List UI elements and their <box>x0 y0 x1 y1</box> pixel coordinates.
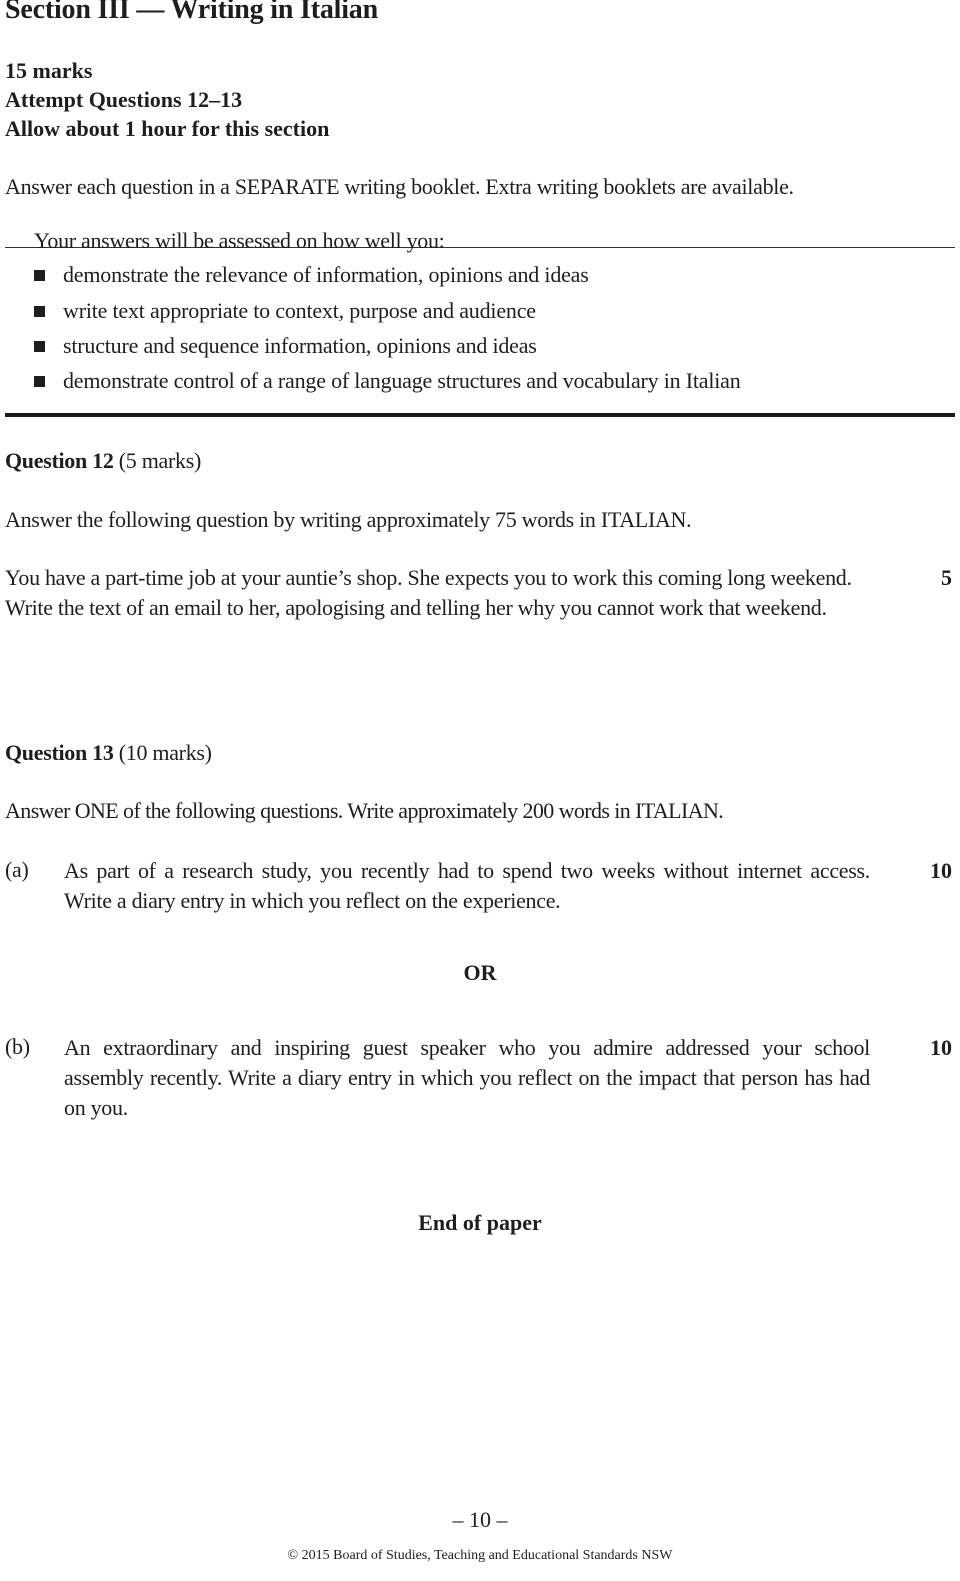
criteria-intro: Your answers will be assessed on how wel… <box>34 228 445 253</box>
square-bullet-icon <box>34 340 45 352</box>
option-a-label: (a) <box>5 857 29 882</box>
section-title: Section III — Writing in Italian <box>5 0 378 25</box>
criteria-item-text: demonstrate the relevance of information… <box>63 262 589 287</box>
square-bullet-icon <box>34 305 45 317</box>
divider-thick <box>5 413 955 417</box>
criteria-item-text: demonstrate control of a range of langua… <box>63 368 741 393</box>
question-13-marks-label: (10 marks) <box>118 740 212 765</box>
end-of-paper: End of paper <box>418 1210 542 1235</box>
question-13-instruction: Answer ONE of the following questions. W… <box>5 798 724 823</box>
page-number: – 10 – <box>452 1507 508 1532</box>
option-b-text: An extraordinary and inspiring guest spe… <box>64 1035 870 1120</box>
criteria-item-text: structure and sequence information, opin… <box>63 333 537 358</box>
criteria-item: demonstrate the relevance of information… <box>34 262 589 288</box>
section-attempt: Attempt Questions 12–13 <box>5 87 243 112</box>
criteria-item: demonstrate control of a range of langua… <box>34 368 741 394</box>
square-bullet-icon <box>34 269 45 281</box>
criteria-item-text: write text appropriate to context, purpo… <box>63 298 536 323</box>
question-12-heading: Question 12 (5 marks) <box>5 448 201 474</box>
criteria-item: structure and sequence information, opin… <box>34 333 537 359</box>
square-bullet-icon <box>34 375 45 387</box>
section-instruction: Answer each question in a SEPARATE writi… <box>5 174 794 199</box>
or-separator: OR <box>463 960 497 985</box>
question-12-marks: 5 <box>941 565 952 590</box>
section-time-allowance: Allow about 1 hour for this section <box>5 116 330 141</box>
option-b-marks: 10 <box>930 1035 952 1060</box>
question-13-label: Question 13 <box>5 740 114 765</box>
question-12-label: Question 12 <box>5 448 114 473</box>
copyright-notice: © 2015 Board of Studies, Teaching and Ed… <box>287 1548 673 1563</box>
question-12-marks-label: (5 marks) <box>118 448 202 473</box>
question-12-instruction: Answer the following question by writing… <box>5 507 692 532</box>
question-12-prompt: You have a part-time job at your auntie’… <box>5 565 852 620</box>
option-a-text: As part of a research study, you recentl… <box>64 858 870 913</box>
option-b-label: (b) <box>5 1034 30 1059</box>
section-marks: 15 marks <box>5 58 93 83</box>
criteria-item: write text appropriate to context, purpo… <box>34 298 536 324</box>
question-13-heading: Question 13 (10 marks) <box>5 740 212 766</box>
option-a-marks: 10 <box>930 858 952 883</box>
